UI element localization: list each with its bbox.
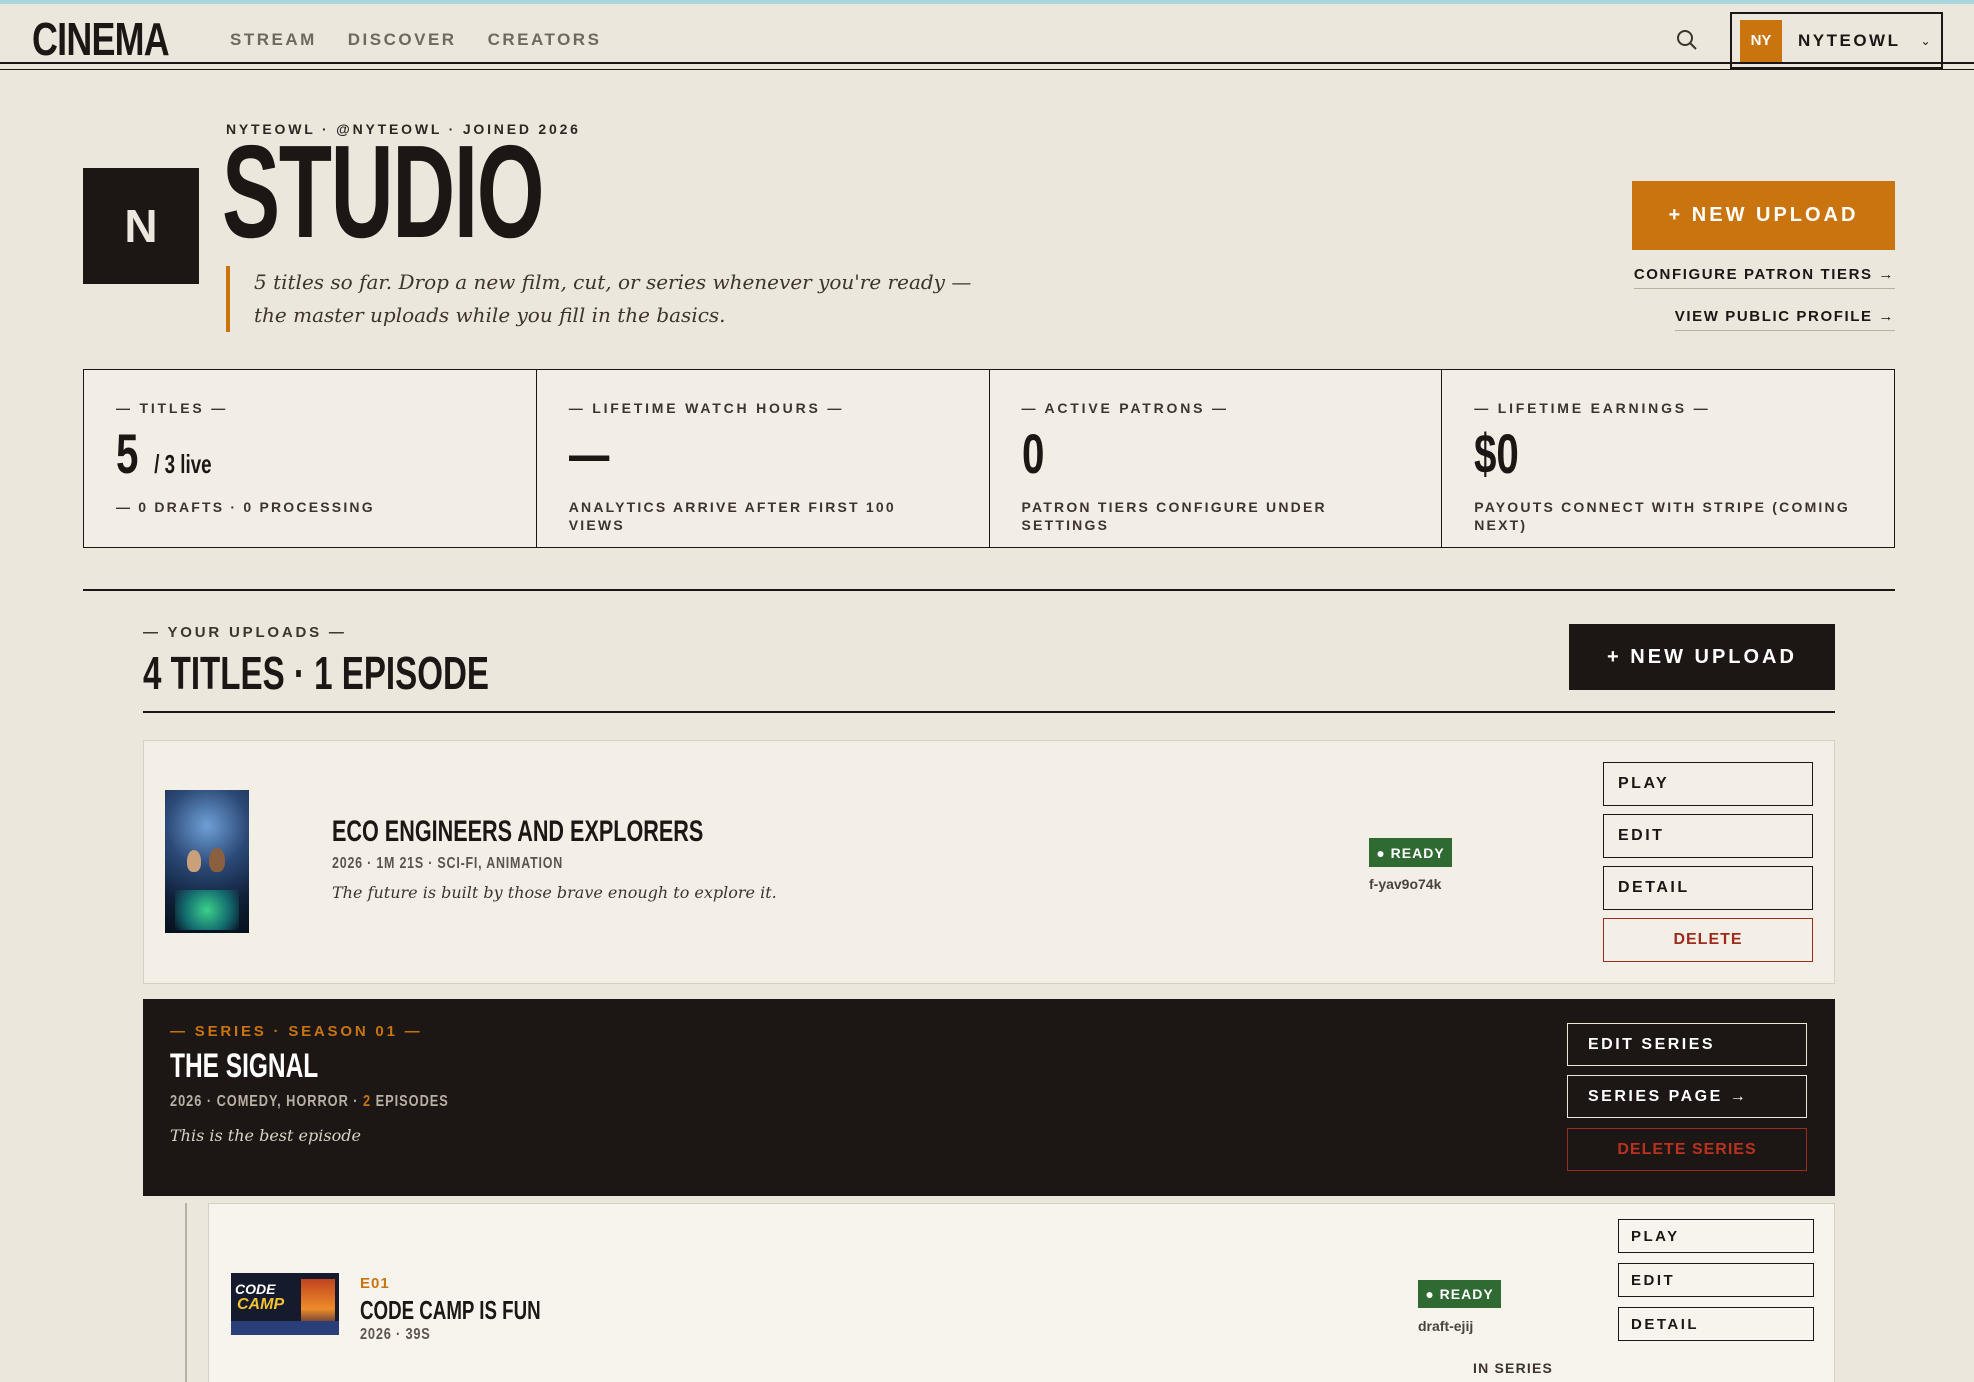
user-menu[interactable]: NY NYTEOWL ⌄ bbox=[1730, 12, 1943, 69]
stat-value: — bbox=[568, 422, 610, 485]
edit-button[interactable]: EDIT bbox=[1603, 814, 1813, 858]
stat-label: — ACTIVE PATRONS — bbox=[1021, 400, 1229, 416]
film-title[interactable]: ECO ENGINEERS AND EXPLORERS bbox=[332, 815, 703, 849]
series-description: This is the best episode bbox=[170, 1126, 361, 1145]
new-upload-button-secondary[interactable]: + NEW UPLOAD bbox=[1569, 624, 1835, 690]
nav-link-creators[interactable]: CREATORS bbox=[488, 30, 602, 50]
status-badge: ● READY bbox=[1369, 838, 1452, 867]
film-description: The future is built by those brave enoug… bbox=[332, 883, 777, 902]
stat-value: 5/ 3 live bbox=[116, 426, 418, 482]
episode-play-button[interactable]: PLAY bbox=[1618, 1219, 1814, 1253]
series-eyebrow: — SERIES · SEASON 01 — bbox=[170, 1023, 423, 1040]
episode-detail-button[interactable]: DETAIL bbox=[1618, 1307, 1814, 1341]
episode-number: E01 bbox=[360, 1275, 390, 1292]
nav-divider bbox=[0, 69, 1974, 70]
episode-card: CODE CAMP E01 CODE CAMP IS FUN 2026 · 39… bbox=[208, 1203, 1835, 1382]
series-page-button[interactable]: SERIES PAGE → bbox=[1567, 1075, 1807, 1118]
search-icon[interactable] bbox=[1675, 28, 1699, 52]
nav-link-discover[interactable]: DISCOVER bbox=[348, 30, 457, 50]
series-title[interactable]: THE SIGNAL bbox=[170, 1047, 318, 1086]
film-meta: 2026 · 1M 21S · SCI-FI, ANIMATION bbox=[332, 855, 564, 872]
chevron-down-icon: ⌄ bbox=[1920, 33, 1931, 48]
stat-watch-hours: — LIFETIME WATCH HOURS — — ANALYTICS ARR… bbox=[537, 370, 990, 547]
in-series-label: IN SERIES bbox=[1473, 1360, 1554, 1376]
section-divider bbox=[83, 589, 1895, 591]
stat-titles: — TITLES — 5/ 3 live — 0 DRAFTS · 0 PROC… bbox=[84, 370, 537, 547]
stat-note: PATRON TIERS CONFIGURE UNDER SETTINGS bbox=[1021, 499, 1327, 533]
page-title: STUDIO bbox=[222, 118, 545, 265]
stat-note: ANALYTICS ARRIVE AFTER FIRST 100 VIEWS bbox=[568, 499, 896, 533]
stat-sub: / 3 live bbox=[154, 449, 212, 479]
studio-intro: 5 titles so far. Drop a new film, cut, o… bbox=[226, 266, 986, 332]
site-logo[interactable]: CINEMA bbox=[32, 12, 170, 66]
status-badge: ● READY bbox=[1418, 1280, 1501, 1308]
stat-earnings: — LIFETIME EARNINGS — $0 PAYOUTS CONNECT… bbox=[1442, 370, 1894, 547]
episode-id: draft-ejij bbox=[1418, 1318, 1474, 1334]
film-poster[interactable] bbox=[165, 790, 249, 933]
nav-link-stream[interactable]: STREAM bbox=[230, 30, 317, 50]
delete-button[interactable]: DELETE bbox=[1603, 918, 1813, 962]
stat-active-patrons: — ACTIVE PATRONS — 0 PATRON TIERS CONFIG… bbox=[990, 370, 1443, 547]
episode-thumbnail[interactable]: CODE CAMP bbox=[231, 1273, 339, 1335]
series-meta: 2026 · COMEDY, HORROR · 2 EPISODES bbox=[170, 1093, 449, 1110]
series-card: — SERIES · SEASON 01 — THE SIGNAL 2026 ·… bbox=[143, 999, 1835, 1196]
stats-panel: — TITLES — 5/ 3 live — 0 DRAFTS · 0 PROC… bbox=[83, 369, 1895, 548]
episode-tree-line bbox=[185, 1203, 187, 1382]
new-upload-button[interactable]: + NEW UPLOAD bbox=[1632, 181, 1895, 250]
delete-series-button[interactable]: DELETE SERIES bbox=[1567, 1128, 1807, 1171]
episode-meta: 2026 · 39S bbox=[360, 1326, 431, 1343]
detail-button[interactable]: DETAIL bbox=[1603, 866, 1813, 910]
uploads-eyebrow: — YOUR UPLOADS — bbox=[143, 624, 347, 641]
stat-label: — TITLES — bbox=[116, 400, 228, 416]
uploads-title: 4 TITLES · 1 EPISODE bbox=[143, 647, 490, 699]
nav-links: STREAM DISCOVER CREATORS bbox=[230, 30, 601, 50]
stat-value: 0 bbox=[1021, 422, 1044, 485]
upload-card-film: ECO ENGINEERS AND EXPLORERS 2026 · 1M 21… bbox=[143, 740, 1835, 984]
episode-edit-button[interactable]: EDIT bbox=[1618, 1263, 1814, 1297]
stat-note: PAYOUTS CONNECT WITH STRIPE (COMING NEXT… bbox=[1474, 499, 1850, 533]
top-nav: CINEMA STREAM DISCOVER CREATORS NY NYTEO… bbox=[0, 4, 1974, 69]
stat-label: — LIFETIME EARNINGS — bbox=[1474, 400, 1711, 416]
episode-title[interactable]: CODE CAMP IS FUN bbox=[360, 1295, 541, 1326]
studio-monogram: N bbox=[83, 168, 199, 284]
stat-note: — 0 DRAFTS · 0 PROCESSING bbox=[116, 499, 375, 515]
stat-value: $0 bbox=[1474, 422, 1520, 485]
edit-series-button[interactable]: EDIT SERIES bbox=[1567, 1023, 1807, 1066]
configure-patron-tiers-link[interactable]: CONFIGURE PATRON TIERS → bbox=[1633, 266, 1895, 289]
uploads-divider bbox=[143, 711, 1835, 713]
film-id: f-yav9o74k bbox=[1369, 876, 1442, 892]
play-button[interactable]: PLAY bbox=[1603, 762, 1813, 806]
stat-label: — LIFETIME WATCH HOURS — bbox=[568, 400, 845, 416]
user-name: NYTEOWL bbox=[1798, 30, 1901, 50]
avatar: NY bbox=[1740, 19, 1782, 62]
view-public-profile-link[interactable]: VIEW PUBLIC PROFILE → bbox=[1674, 308, 1895, 331]
